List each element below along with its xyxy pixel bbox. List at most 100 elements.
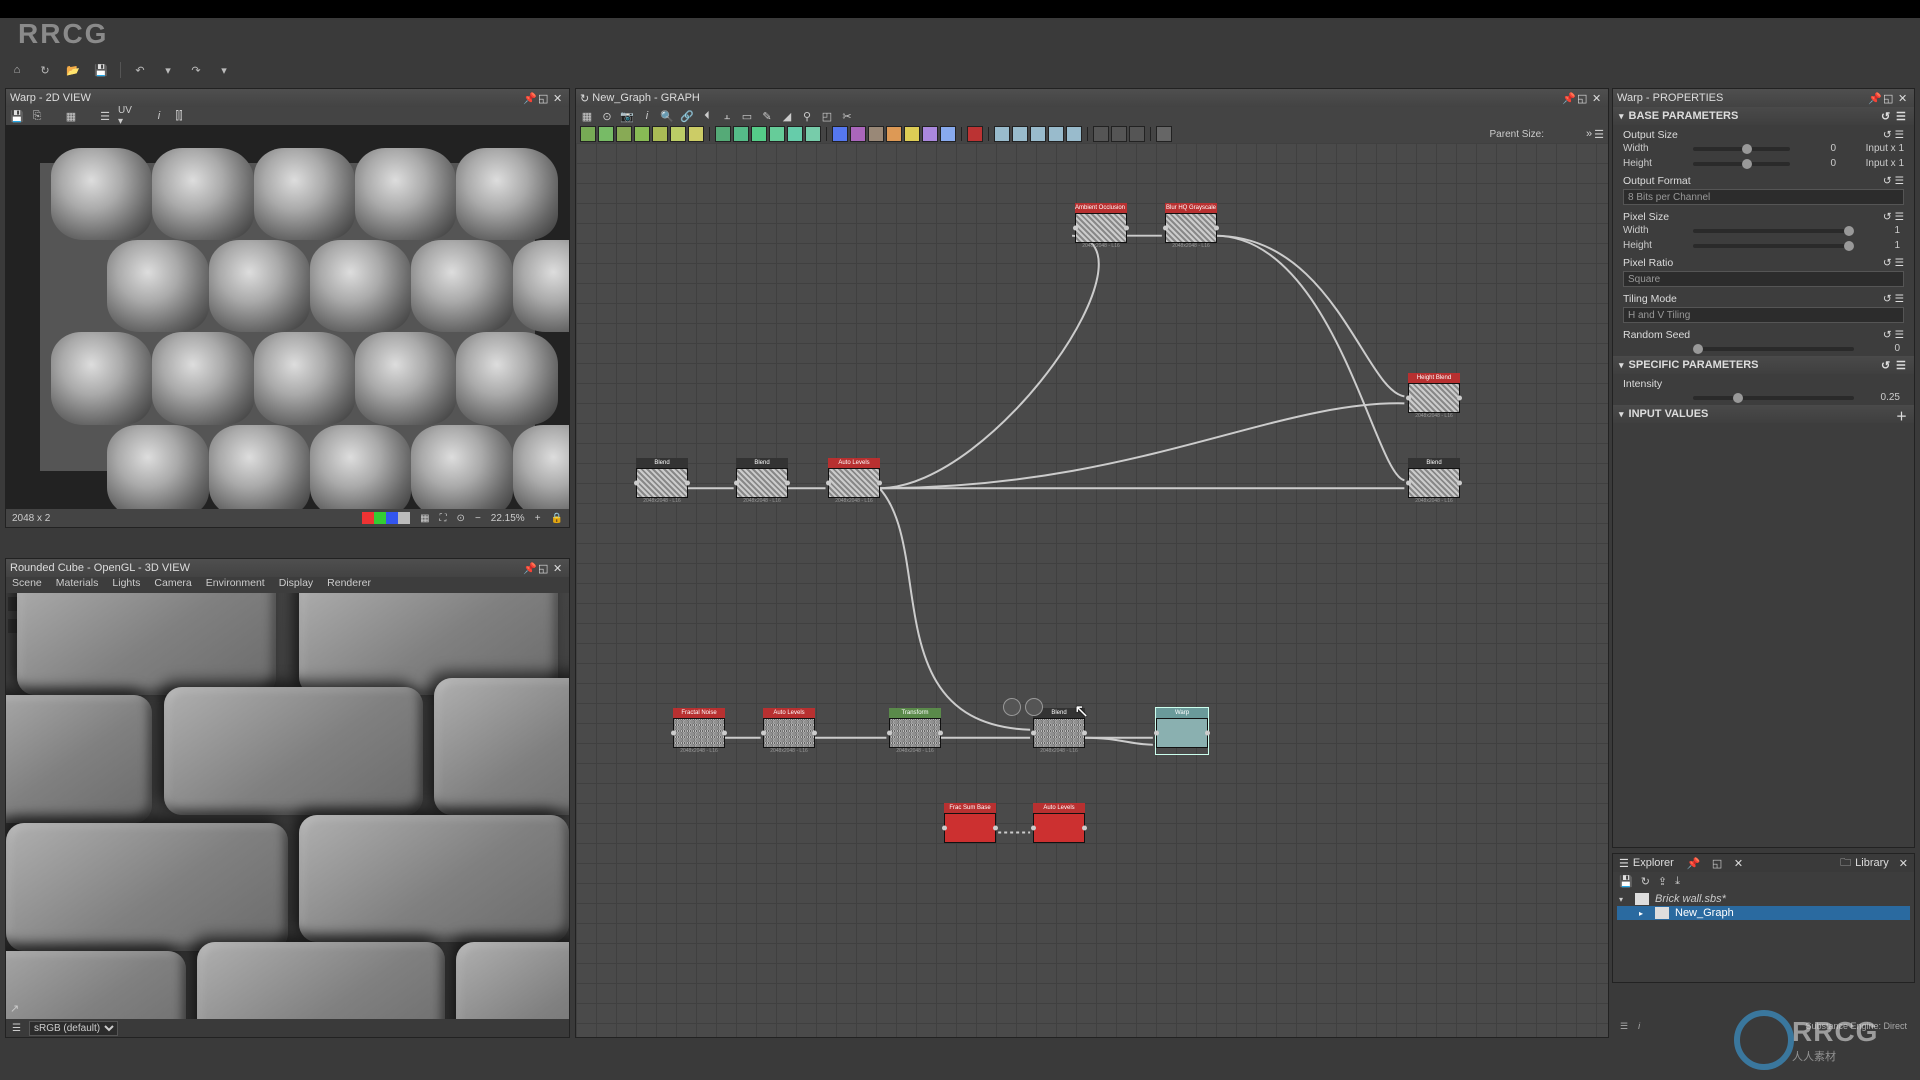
search-icon[interactable]: 🔍 xyxy=(660,109,674,123)
graph-menu-icon[interactable]: ☰ xyxy=(1594,128,1604,141)
restore-icon[interactable]: ◱ xyxy=(538,562,550,574)
pin-icon[interactable]: 📌 xyxy=(523,92,535,104)
close-icon[interactable]: ✕ xyxy=(553,562,565,574)
colorspace-icon[interactable]: ☰ xyxy=(12,1023,21,1034)
atomic-normal[interactable] xyxy=(832,126,848,142)
slider-intensity[interactable] xyxy=(1693,396,1854,400)
menu-icon[interactable]: ☰ xyxy=(1895,211,1904,223)
undo-icon[interactable]: ↶ xyxy=(131,61,149,79)
fit-icon[interactable]: ⛶ xyxy=(440,513,447,524)
frame-icon[interactable]: ▭ xyxy=(740,109,754,123)
atomic-blend[interactable] xyxy=(598,126,614,142)
home-icon[interactable]: ⌂ xyxy=(8,61,26,79)
link-icon[interactable]: ↺ xyxy=(1883,129,1892,141)
select-tiling-mode[interactable]: H and V Tiling xyxy=(1623,307,1904,323)
menu-icon[interactable]: ☰ xyxy=(1895,329,1904,341)
center-icon[interactable]: ⊙ xyxy=(457,513,465,524)
node-palette-icon[interactable]: ▦ xyxy=(580,109,594,123)
menu-display[interactable]: Display xyxy=(279,577,313,593)
menu-icon[interactable]: ☰ xyxy=(1895,293,1904,305)
list-icon[interactable]: ☰ xyxy=(1620,1021,1628,1032)
graph-node[interactable]: Fractal Noise2048x2048 - L16 xyxy=(673,708,725,754)
select-output-format[interactable]: 8 Bits per Channel xyxy=(1623,189,1904,205)
restore-icon[interactable]: ◱ xyxy=(1712,857,1724,869)
section-specific-parameters[interactable]: ▾SPECIFIC PARAMETERS ↺☰ xyxy=(1613,356,1914,374)
pin-note-icon[interactable]: ⚲ xyxy=(800,109,814,123)
highlight-icon[interactable]: ◢ xyxy=(780,109,794,123)
save-icon[interactable]: 💾 xyxy=(1619,875,1633,888)
atomic-dirwarp[interactable] xyxy=(751,126,767,142)
menu-materials[interactable]: Materials xyxy=(56,577,99,593)
refresh-icon[interactable]: ↻ xyxy=(1641,875,1650,888)
atomic-transform[interactable] xyxy=(715,126,731,142)
pen-icon[interactable]: ✎ xyxy=(760,109,774,123)
graph-node[interactable]: Auto Levels2048x2048 - L16 xyxy=(763,708,815,754)
graph-node[interactable]: Auto Levels2048x2048 - L16 xyxy=(828,458,880,504)
graph-node[interactable]: Height Blend2048x2048 - L16 xyxy=(1408,373,1460,419)
viewport-2d[interactable]: /*layout blobs*/ xyxy=(6,125,569,509)
atomic-hsl[interactable] xyxy=(670,126,686,142)
atomic-out1[interactable] xyxy=(1093,126,1109,142)
collapse-icon[interactable]: ⤓ xyxy=(1675,875,1680,888)
menu-icon[interactable]: ☰ xyxy=(1896,359,1908,371)
atomic-in5[interactable] xyxy=(1066,126,1082,142)
menu-environment[interactable]: Environment xyxy=(206,577,265,593)
restore-icon[interactable]: ◱ xyxy=(1883,92,1895,104)
graph-node[interactable]: Warp xyxy=(1156,708,1208,754)
reset-icon[interactable]: ↺ xyxy=(1881,359,1893,371)
atomic-in3[interactable] xyxy=(1030,126,1046,142)
grid-icon[interactable]: ▦ xyxy=(420,513,429,524)
snapshot-icon[interactable]: 📷 xyxy=(620,109,634,123)
atomic-in2[interactable] xyxy=(1012,126,1028,142)
close-icon[interactable]: ✕ xyxy=(553,92,565,104)
menu-icon[interactable]: ☰ xyxy=(1896,110,1908,122)
save-icon[interactable]: 💾 xyxy=(92,61,110,79)
graph-node[interactable]: Blend2048x2048 - L16 xyxy=(636,458,688,504)
link-icon[interactable]: ↺ xyxy=(1883,293,1892,305)
slider-output-height[interactable] xyxy=(1693,162,1790,166)
atomic-bitmap[interactable] xyxy=(922,126,938,142)
atomic-fx[interactable] xyxy=(967,126,983,142)
restore-icon[interactable]: ◱ xyxy=(538,92,550,104)
panel-header-3d[interactable]: Rounded Cube - OpenGL - 3D VIEW 📌 ◱ ✕ xyxy=(6,559,569,577)
atomic-warp[interactable] xyxy=(733,126,749,142)
link-icon[interactable]: ↺ xyxy=(1883,257,1892,269)
redo-icon[interactable]: ↷ xyxy=(187,61,205,79)
atomic-gradient[interactable] xyxy=(652,126,668,142)
graph-node[interactable]: Auto Levels xyxy=(1033,803,1085,849)
atomic-sharpen[interactable] xyxy=(787,126,803,142)
tab-library[interactable]: 🗀Library xyxy=(1840,854,1889,873)
graph-node[interactable]: Blend2048x2048 - L16 xyxy=(736,458,788,504)
graph-node[interactable]: Ambient Occlusion (HBAO)2048x2048 - L16 xyxy=(1075,203,1127,249)
link-icon[interactable]: ↺ xyxy=(1883,329,1892,341)
reset-icon[interactable]: ↺ xyxy=(1881,110,1893,122)
restore-icon[interactable]: ◱ xyxy=(1577,92,1589,104)
atomic-uniform-color[interactable] xyxy=(580,126,596,142)
info-icon[interactable]: i xyxy=(152,109,166,123)
slider-output-width[interactable] xyxy=(1693,147,1790,151)
graph-node[interactable]: Blur HQ Grayscale2048x2048 - L16 xyxy=(1165,203,1217,249)
info-icon[interactable]: i xyxy=(1638,1021,1640,1032)
close-icon[interactable]: ✕ xyxy=(1898,92,1910,104)
close-icon[interactable]: ✕ xyxy=(1592,92,1604,104)
link-icon[interactable]: ↺ xyxy=(1883,211,1892,223)
undo-dropdown-icon[interactable]: ▾ xyxy=(159,61,177,79)
close-explorer-icon[interactable]: ✕ xyxy=(1734,857,1743,870)
histogram-icon[interactable]: ⫿⫿ xyxy=(172,109,186,123)
graph-canvas[interactable]: Blend2048x2048 - L16 Blend2048x2048 - L16… xyxy=(576,143,1608,1037)
menu-scene[interactable]: Scene xyxy=(12,577,42,593)
pin-icon[interactable]: 📌 xyxy=(523,562,535,574)
save-image-icon[interactable]: 💾 xyxy=(10,109,24,123)
refresh-icon[interactable]: ↻ xyxy=(36,61,54,79)
add-icon[interactable]: ＋ xyxy=(1896,408,1908,420)
panel-header-props[interactable]: Warp - PROPERTIES 📌 ◱ ✕ xyxy=(1613,89,1914,107)
zoom-minus-icon[interactable]: − xyxy=(475,513,481,524)
atomic-text[interactable] xyxy=(904,126,920,142)
atomic-in1[interactable] xyxy=(994,126,1010,142)
menu-icon[interactable]: ☰ xyxy=(1895,175,1904,187)
menu-renderer[interactable]: Renderer xyxy=(327,577,371,593)
select-icon[interactable]: ◰ xyxy=(820,109,834,123)
tab-explorer[interactable]: ☰Explorer xyxy=(1619,857,1674,870)
split-icon[interactable]: ▦ xyxy=(64,109,78,123)
open-icon[interactable]: 📂 xyxy=(64,61,82,79)
